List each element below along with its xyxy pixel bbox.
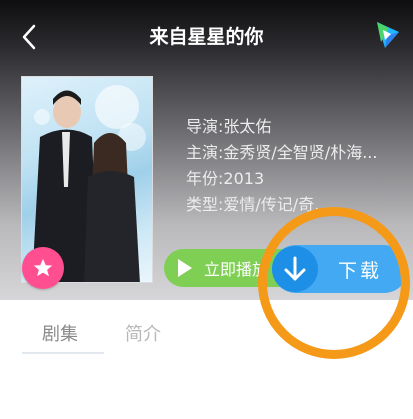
director-label: 导演: (186, 117, 224, 136)
star-icon (33, 258, 53, 277)
year-value: 2013 (223, 169, 265, 188)
tab-active-indicator (22, 352, 104, 354)
poster-title-art (64, 217, 144, 277)
tab-intro[interactable]: 简介 (125, 318, 161, 352)
cast-value: 金秀贤/全智贤/朴海... (223, 143, 378, 162)
drama-info: 导演:张太佑 主演:金秀贤/全智贤/朴海... 年份:2013 类型:爱情/传记… (186, 114, 413, 218)
play-icon (164, 249, 204, 287)
cast-row: 主演:金秀贤/全智贤/朴海... (186, 140, 413, 166)
page-title: 来自星星的你 (149, 26, 264, 48)
year-row: 年份:2013 (186, 166, 413, 192)
favorite-button[interactable] (22, 247, 64, 289)
cast-label: 主演: (186, 143, 224, 162)
tab-episodes[interactable]: 剧集 (42, 318, 78, 352)
genre-label: 类型: (186, 195, 224, 214)
video-app-logo-icon[interactable] (373, 18, 403, 52)
detail-tabs: 剧集 简介 (0, 318, 413, 356)
director-row: 导演:张太佑 (186, 114, 413, 140)
year-label: 年份: (186, 169, 224, 188)
director-value: 张太佑 (223, 117, 272, 136)
